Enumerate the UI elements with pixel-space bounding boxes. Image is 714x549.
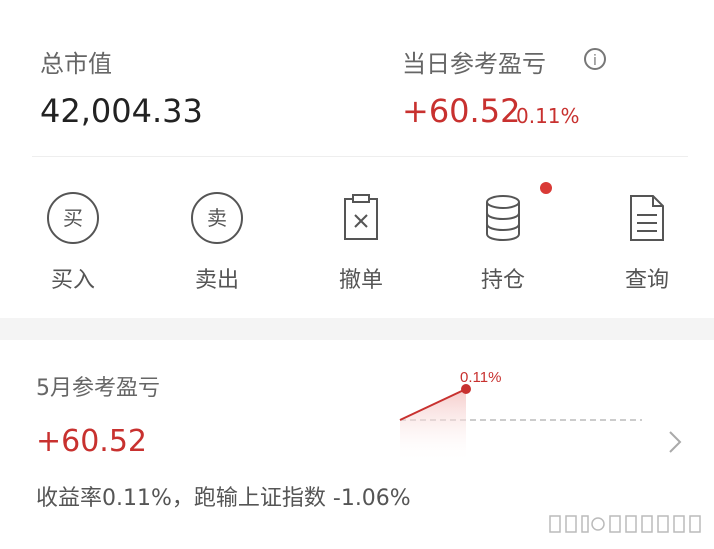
buy-button[interactable]: 买 买入 xyxy=(28,190,118,294)
database-stack-icon xyxy=(486,195,520,242)
daily-pl-value: +60.52 xyxy=(402,92,521,130)
total-market-value-label: 总市值 xyxy=(40,50,112,78)
sell-label: 卖出 xyxy=(194,268,239,293)
buy-label: 买入 xyxy=(50,268,95,293)
monthly-pl-label: 5月参考盈亏 xyxy=(36,376,160,401)
section-separator xyxy=(0,318,714,340)
watermark-logo xyxy=(549,515,701,533)
cancel-order-icon-wrap xyxy=(316,190,406,246)
cancel-order-label: 撤单 xyxy=(338,268,383,293)
sell-icon-wrap: 卖 xyxy=(172,190,262,246)
holdings-button[interactable]: 持仓 xyxy=(458,190,548,294)
cancel-order-icon xyxy=(344,194,378,240)
daily-pl-percent: 0.11% xyxy=(516,104,580,128)
holdings-label: 持仓 xyxy=(480,268,525,293)
query-icon-wrap xyxy=(602,190,692,246)
holdings-icon-wrap xyxy=(458,190,548,246)
cancel-order-button[interactable]: 撤单 xyxy=(316,190,406,294)
buy-icon-wrap: 买 xyxy=(28,190,118,246)
document-icon xyxy=(630,195,664,241)
buy-icon: 买 xyxy=(47,192,99,244)
monthly-return-description: 收益率0.11%，跑输上证指数 -1.06% xyxy=(36,486,411,511)
info-icon[interactable]: i xyxy=(584,48,606,70)
query-label: 查询 xyxy=(624,268,669,293)
query-button[interactable]: 查询 xyxy=(602,190,692,294)
total-market-value: 42,004.33 xyxy=(40,92,203,130)
sell-icon: 卖 xyxy=(191,192,243,244)
chevron-right-icon[interactable] xyxy=(666,428,684,456)
divider xyxy=(32,156,688,157)
sell-button[interactable]: 卖 卖出 xyxy=(172,190,262,294)
area-fill xyxy=(400,389,466,460)
notification-dot xyxy=(540,182,552,194)
monthly-pl-value: +60.52 xyxy=(36,424,148,459)
daily-pl-label: 当日参考盈亏 xyxy=(402,50,546,78)
monthly-sparkline[interactable]: 0.11% xyxy=(396,364,646,464)
data-point-label: 0.11% xyxy=(460,369,501,386)
